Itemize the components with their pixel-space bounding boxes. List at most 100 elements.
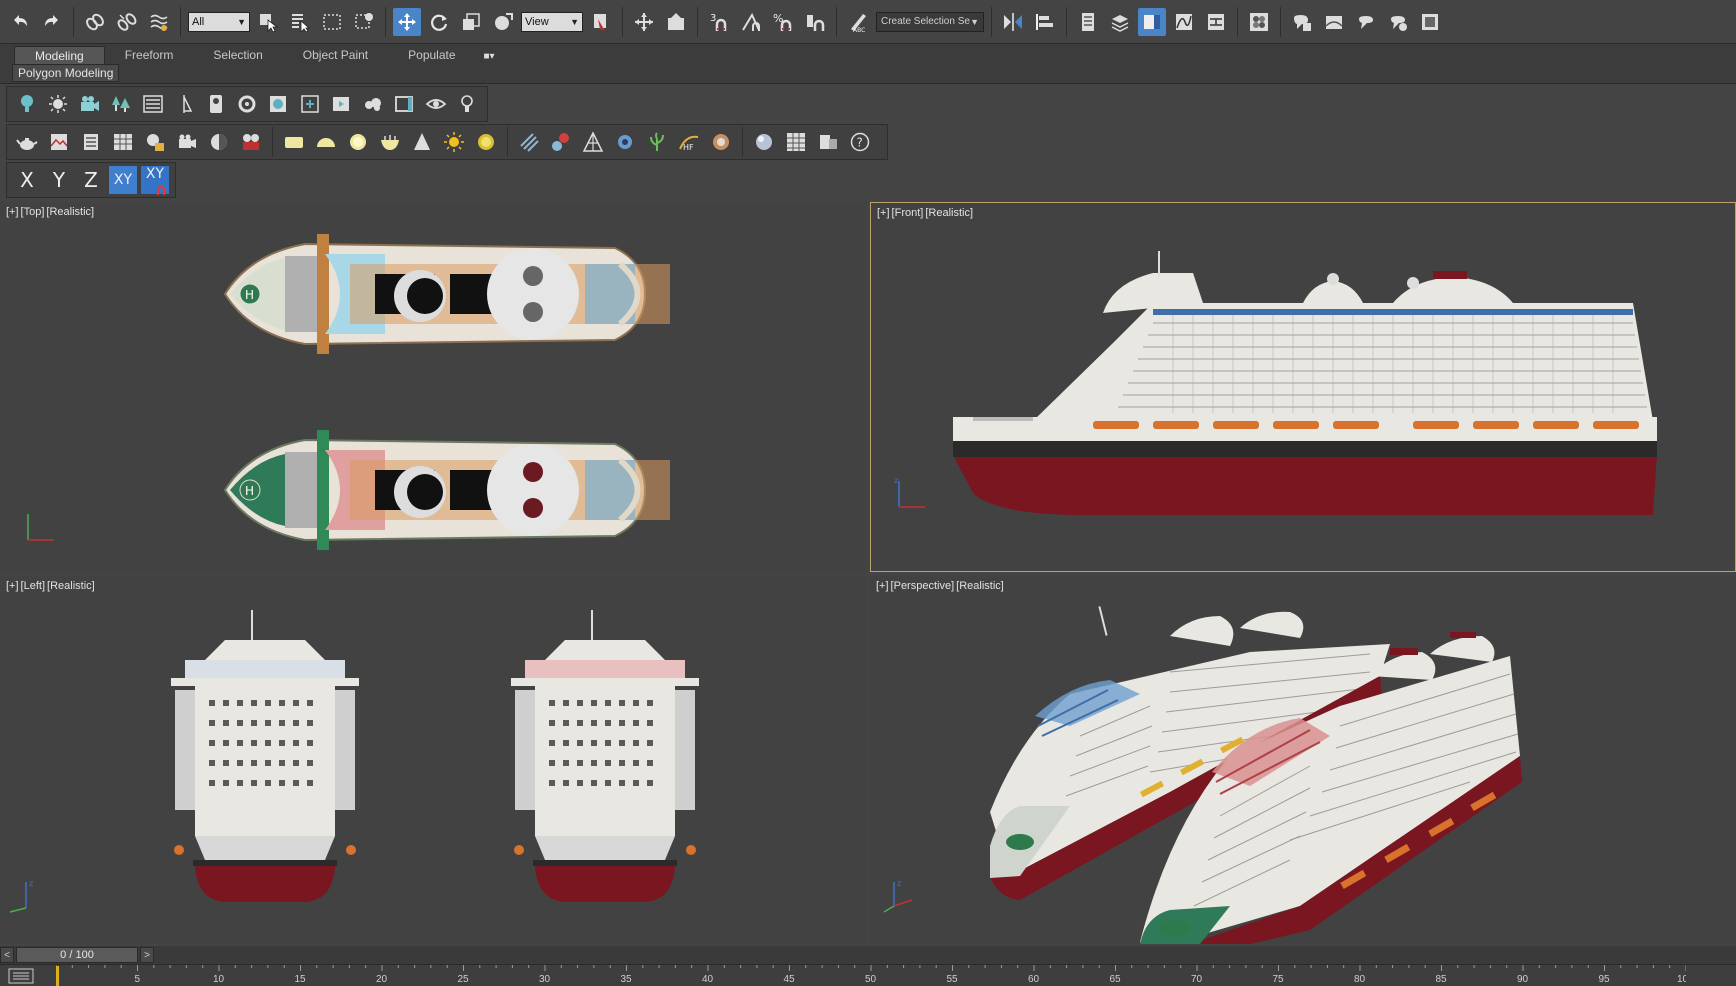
- polygon-modeling-panel-label[interactable]: Polygon Modeling: [12, 64, 120, 82]
- material-sphere-icon[interactable]: [750, 128, 778, 156]
- render-setup-icon[interactable]: [1288, 8, 1316, 36]
- viewport-shading-label[interactable]: [Realistic]: [46, 206, 94, 218]
- viewport-left[interactable]: [+] [Left] [Realistic] z: [0, 576, 866, 944]
- viewport-pov-label[interactable]: [Perspective]: [891, 580, 955, 592]
- geosphere-icon[interactable]: [265, 90, 292, 118]
- helpers-icon[interactable]: [170, 90, 197, 118]
- cameras-icon[interactable]: [76, 90, 103, 118]
- select-and-place-icon[interactable]: [489, 8, 517, 36]
- cruise-ship-red-top[interactable]: H: [223, 430, 670, 550]
- track-bar-ruler[interactable]: 5 10 15 20 25 30 35 40 45 50 55 60 65 70 75 80 85 90 95 100: [56, 965, 1686, 986]
- eye-icon[interactable]: [422, 90, 449, 118]
- viewport-perspective[interactable]: [+] [Perspective] [Realistic] z: [870, 576, 1736, 944]
- help-icon[interactable]: ?: [846, 128, 874, 156]
- viewport-menu-plus[interactable]: [+]: [876, 580, 889, 592]
- cloth-icon[interactable]: [707, 128, 735, 156]
- bind-to-space-warp-icon[interactable]: [145, 8, 173, 36]
- sunlight-icon[interactable]: [44, 90, 71, 118]
- reference-coordinate-dropdown[interactable]: View ▼: [521, 11, 583, 32]
- viewport-menu-plus[interactable]: [+]: [6, 580, 19, 592]
- render-elements-icon[interactable]: [77, 128, 105, 156]
- xy-plane-constraint-button[interactable]: XY: [109, 166, 137, 194]
- redo-icon[interactable]: [38, 8, 66, 36]
- align-icon[interactable]: [1031, 8, 1059, 36]
- ribbon-options-icon[interactable]: ■▾: [476, 47, 503, 66]
- render-production-icon[interactable]: [1352, 8, 1380, 36]
- viewport-label[interactable]: [+] [Perspective] [Realistic]: [876, 580, 1006, 592]
- light-bulb-icon[interactable]: [454, 90, 481, 118]
- cloud-sync-icon[interactable]: [359, 90, 386, 118]
- unlink-selection-icon[interactable]: [113, 8, 141, 36]
- hair-fur-icon[interactable]: HF: [675, 128, 703, 156]
- cruise-ship-side-view[interactable]: [953, 251, 1657, 515]
- viewport-shading-label[interactable]: [Realistic]: [47, 580, 95, 592]
- lights-icon[interactable]: [13, 90, 40, 118]
- select-and-move-icon[interactable]: [393, 7, 421, 36]
- toggle-scene-explorer-icon[interactable]: [1074, 8, 1102, 36]
- viewport-label[interactable]: [+] [Left] [Realistic]: [6, 580, 97, 592]
- select-by-name-icon[interactable]: [286, 8, 314, 36]
- rectangular-selection-region-icon[interactable]: [318, 8, 346, 36]
- select-and-rotate-icon[interactable]: [425, 8, 453, 36]
- keyboard-shortcut-override-icon[interactable]: [662, 8, 690, 36]
- mirror-icon[interactable]: [999, 8, 1027, 36]
- hemisphere-icon[interactable]: [312, 128, 340, 156]
- render-region-icon[interactable]: [328, 90, 355, 118]
- toggle-command-panel-icon[interactable]: [1138, 7, 1166, 36]
- named-selection-sets-dropdown[interactable]: Create Selection Se ▼: [876, 11, 984, 32]
- z-axis-constraint-button[interactable]: Z: [77, 166, 105, 194]
- time-slider-thumb[interactable]: 0 / 100: [16, 947, 138, 963]
- list-view-icon[interactable]: [139, 90, 166, 118]
- x-axis-constraint-button[interactable]: X: [13, 166, 41, 194]
- video-post-icon[interactable]: [237, 128, 265, 156]
- teapot-icon[interactable]: [13, 128, 41, 156]
- percent-snap-toggle-icon[interactable]: %: [769, 8, 797, 36]
- track-bar[interactable]: 5 10 15 20 25 30 35 40 45 50 55 60 65 70 75 80 85 90 95 100: [0, 964, 1736, 986]
- batch-render-icon[interactable]: [814, 128, 842, 156]
- window-crossing-icon[interactable]: [350, 8, 378, 36]
- curve-editor-icon[interactable]: [1170, 8, 1198, 36]
- next-frame-button[interactable]: >: [140, 947, 154, 963]
- gear-icon[interactable]: [611, 128, 639, 156]
- select-object-icon[interactable]: [254, 8, 282, 36]
- particle-flow-icon[interactable]: [515, 128, 543, 156]
- exposure-control-icon[interactable]: [205, 128, 233, 156]
- ball-icon[interactable]: [472, 128, 500, 156]
- viewport-label[interactable]: [+] [Top] [Realistic]: [6, 206, 96, 218]
- track-bar-menu-icon[interactable]: [8, 968, 34, 984]
- view-align-icon[interactable]: [296, 90, 323, 118]
- edit-named-selection-sets-icon[interactable]: ABC: [844, 8, 872, 36]
- select-manipulate-icon[interactable]: [630, 8, 658, 36]
- xy-snap-constraint-button[interactable]: XY: [141, 166, 169, 195]
- viewport-pov-label[interactable]: [Top]: [21, 206, 45, 218]
- film-camera-icon[interactable]: [173, 128, 201, 156]
- sphere-icon[interactable]: [344, 128, 372, 156]
- snaps-toggle-icon[interactable]: 3: [705, 8, 733, 36]
- tab-modeling[interactable]: Modeling: [14, 46, 105, 66]
- rendered-frame-window-icon[interactable]: [1320, 8, 1348, 36]
- viewport-frame-icon[interactable]: [391, 90, 418, 118]
- molecule-icon[interactable]: [547, 128, 575, 156]
- open-a360-gallery-icon[interactable]: [1416, 8, 1444, 36]
- viewport-menu-plus[interactable]: [+]: [6, 206, 19, 218]
- viewport-pov-label[interactable]: [Front]: [892, 207, 924, 219]
- angle-snap-toggle-icon[interactable]: [737, 8, 765, 36]
- viewport-menu-plus[interactable]: [+]: [877, 207, 890, 219]
- environment-icon[interactable]: [45, 128, 73, 156]
- toggle-layer-explorer-icon[interactable]: [1106, 8, 1134, 36]
- current-frame-marker[interactable]: [56, 966, 59, 986]
- use-pivot-point-center-icon[interactable]: [587, 8, 615, 36]
- foliage-icon[interactable]: [107, 90, 134, 118]
- undo-icon[interactable]: [6, 8, 34, 36]
- viewport-shading-label[interactable]: [Realistic]: [925, 207, 973, 219]
- mass-fx-icon[interactable]: [579, 128, 607, 156]
- plane-object-icon[interactable]: [280, 128, 308, 156]
- cone-icon[interactable]: [408, 128, 436, 156]
- spreadsheet-icon[interactable]: [782, 128, 810, 156]
- scene-states-icon[interactable]: [141, 128, 169, 156]
- viewport-shading-label[interactable]: [Realistic]: [956, 580, 1004, 592]
- tab-object-paint[interactable]: Object Paint: [283, 46, 388, 66]
- select-and-scale-icon[interactable]: [457, 8, 485, 36]
- schematic-view-icon[interactable]: [1202, 8, 1230, 36]
- cruise-ship-blue-top[interactable]: H: [223, 234, 670, 354]
